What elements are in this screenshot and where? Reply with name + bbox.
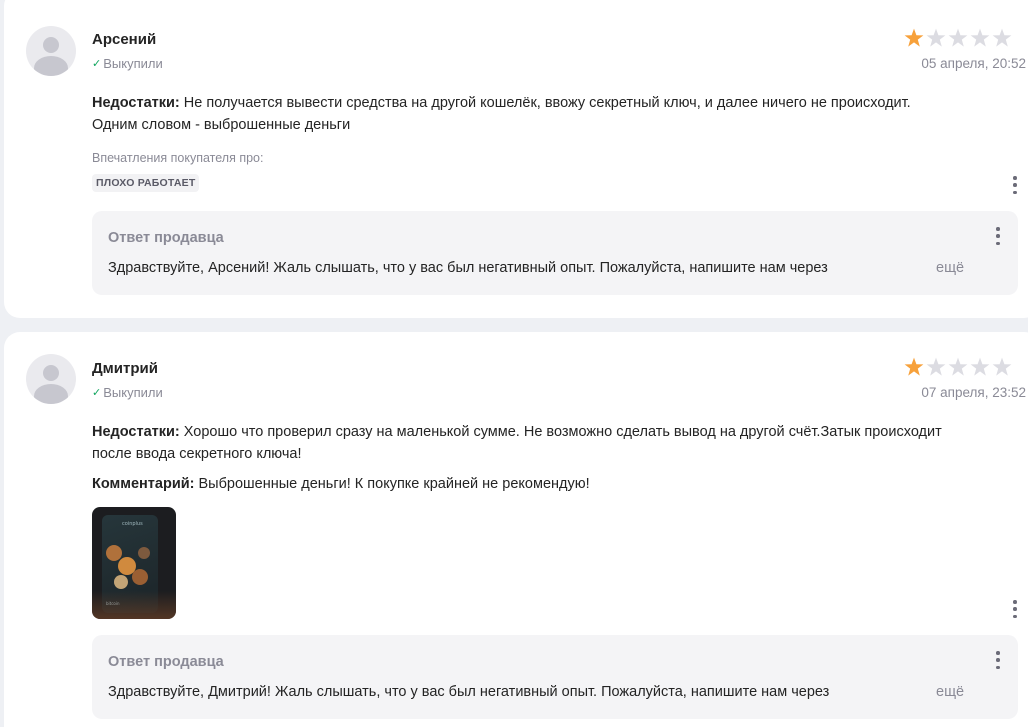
review-photo[interactable]: coinplus bitcoin xyxy=(92,507,176,619)
kebab-menu-icon[interactable] xyxy=(992,649,1004,671)
review-cons: Недостатки: Хорошо что проверил сразу на… xyxy=(92,421,942,465)
reply-text: Здравствуйте, Арсений! Жаль слышать, что… xyxy=(108,260,828,276)
star-icon xyxy=(992,357,1012,376)
reply-title: Ответ продавца xyxy=(108,654,224,670)
bought-label: Выкупили xyxy=(103,385,163,400)
impression-tag[interactable]: ПЛОХО РАБОТАЕТ xyxy=(92,174,200,192)
seller-reply: Ответ продавца Здравствуйте, Дмитрий! Жа… xyxy=(92,635,1018,719)
review-card: Дмитрий ✓ Выкупили 07 апреля, 23:52 Недо… xyxy=(4,332,1028,727)
star-icon xyxy=(926,357,946,376)
review-date: 07 апреля, 23:52 xyxy=(921,385,1026,400)
comment-text: Выброшенные деньги! К покупке крайней не… xyxy=(198,476,590,492)
star-icon xyxy=(970,28,990,47)
kebab-menu-icon[interactable] xyxy=(992,225,1004,247)
star-icon xyxy=(904,357,924,376)
bought-label: Выкупили xyxy=(103,56,163,71)
photo-glow xyxy=(92,591,176,619)
review-comment: Комментарий: Выброшенные деньги! К покуп… xyxy=(92,473,942,495)
cons-label: Недостатки: xyxy=(92,424,180,440)
bought-badge: ✓ Выкупили xyxy=(92,56,163,71)
cons-text: Хорошо что проверил сразу на маленькой с… xyxy=(92,424,942,462)
photo-coin xyxy=(138,547,150,559)
star-icon xyxy=(948,28,968,47)
photo-caption-top: coinplus xyxy=(122,521,143,527)
cons-text: Не получается вывести средства на другой… xyxy=(92,95,911,133)
review-author[interactable]: Дмитрий xyxy=(92,360,158,377)
review-card: Арсений ✓ Выкупили 05 апреля, 20:52 Недо… xyxy=(4,0,1028,318)
kebab-menu-icon[interactable] xyxy=(1009,598,1021,620)
seller-reply: Ответ продавца Здравствуйте, Арсений! Жа… xyxy=(92,211,1018,295)
star-icon xyxy=(970,357,990,376)
impressions-label: Впечатления покупателя про: xyxy=(92,151,264,165)
check-icon: ✓ xyxy=(92,58,102,70)
reply-more-link[interactable]: ещё xyxy=(936,684,964,700)
reply-text: Здравствуйте, Дмитрий! Жаль слышать, что… xyxy=(108,684,830,700)
star-icon xyxy=(992,28,1012,47)
photo-coin xyxy=(106,545,122,561)
photo-coin xyxy=(114,575,128,589)
user-avatar-icon[interactable] xyxy=(26,26,76,76)
star-icon xyxy=(948,357,968,376)
photo-coin xyxy=(132,569,148,585)
review-cons: Недостатки: Не получается вывести средст… xyxy=(92,92,942,136)
star-icon xyxy=(904,28,924,47)
comment-label: Комментарий: xyxy=(92,476,195,492)
star-icon xyxy=(926,28,946,47)
check-icon: ✓ xyxy=(92,387,102,399)
reply-title: Ответ продавца xyxy=(108,230,224,246)
user-avatar-icon[interactable] xyxy=(26,354,76,404)
review-date: 05 апреля, 20:52 xyxy=(921,56,1026,71)
rating-stars xyxy=(904,28,1012,48)
cons-label: Недостатки: xyxy=(92,95,180,111)
reply-more-link[interactable]: ещё xyxy=(936,260,964,276)
review-author[interactable]: Арсений xyxy=(92,31,156,48)
kebab-menu-icon[interactable] xyxy=(1009,174,1021,196)
bought-badge: ✓ Выкупили xyxy=(92,385,163,400)
rating-stars xyxy=(904,357,1012,377)
